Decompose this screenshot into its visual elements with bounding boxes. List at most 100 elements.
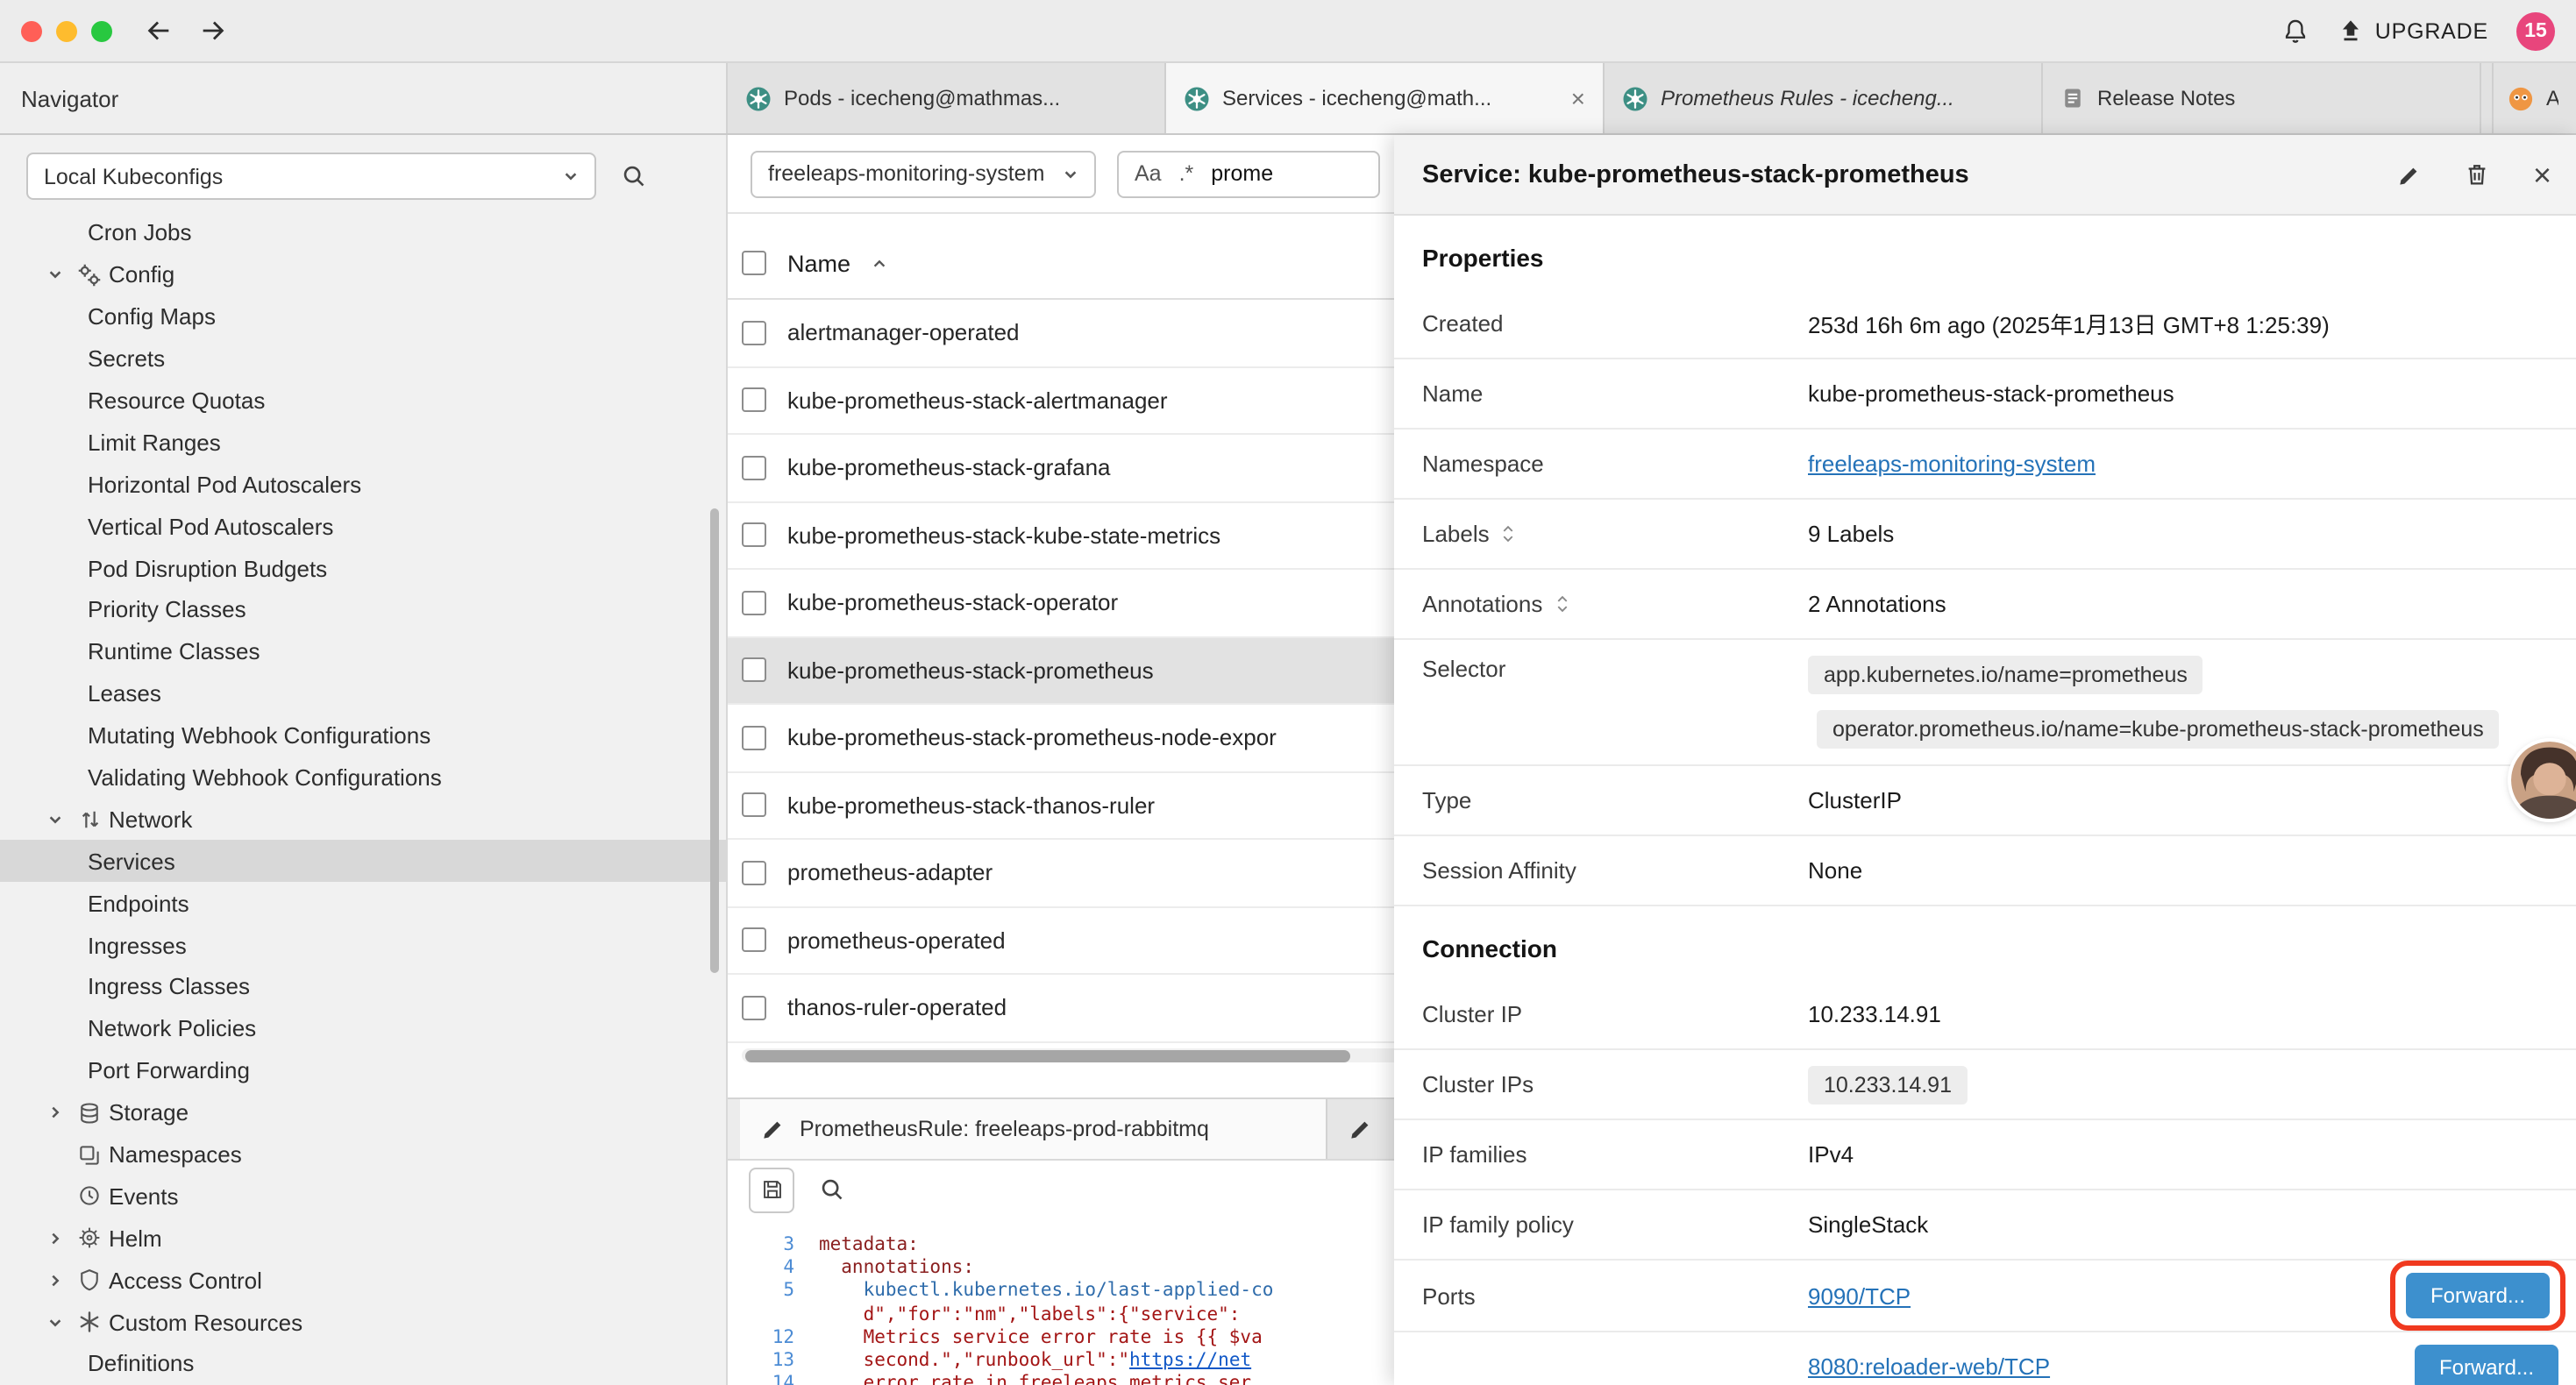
line-number: 12 <box>728 1327 819 1348</box>
column-header-name[interactable]: Name <box>787 250 850 276</box>
row-checkbox[interactable] <box>742 591 766 615</box>
sidebar-item-validating-webhook-configurations[interactable]: Validating Webhook Configurations <box>0 756 726 799</box>
access-control-icon <box>70 1268 109 1292</box>
edit-icon[interactable] <box>2398 162 2423 187</box>
namespace-filter-select[interactable]: freeleaps-monitoring-system <box>751 150 1096 197</box>
cluster-ips-label: Cluster IPs <box>1422 1071 1808 1097</box>
sidebar-item-vertical-pod-autoscalers[interactable]: Vertical Pod Autoscalers <box>0 505 726 547</box>
sidebar-item-config-maps[interactable]: Config Maps <box>0 296 726 338</box>
sidebar-scrollbar-thumb[interactable] <box>710 508 719 973</box>
sidebar-item-horizontal-pod-autoscalers[interactable]: Horizontal Pod Autoscalers <box>0 464 726 506</box>
upgrade-button[interactable]: UPGRADE <box>2338 18 2488 44</box>
select-all-checkbox[interactable] <box>742 251 766 275</box>
row-checkbox[interactable] <box>742 523 766 548</box>
delete-icon[interactable] <box>2465 161 2491 188</box>
tab-label: Pods - icecheng@mathmas... <box>784 86 1147 110</box>
ip-families-value: IPv4 <box>1808 1141 2558 1168</box>
annotations-label: Annotations <box>1422 591 1542 617</box>
notification-badge[interactable]: 15 <box>2516 11 2555 50</box>
sidebar-item-runtime-classes[interactable]: Runtime Classes <box>0 631 726 673</box>
service-name: prometheus-operated <box>787 927 1006 954</box>
sidebar-item-config[interactable]: Config <box>0 254 726 296</box>
tab-prometheus-rules-icecheng[interactable]: Prometheus Rules - icecheng... <box>1605 63 2043 133</box>
editor-search-icon[interactable] <box>819 1176 845 1203</box>
session-affinity-value: None <box>1808 857 2558 884</box>
close-icon[interactable]: × <box>2533 159 2551 190</box>
row-checkbox[interactable] <box>742 321 766 345</box>
sidebar-item-ingresses[interactable]: Ingresses <box>0 924 726 966</box>
forward-button[interactable]: Forward... <box>2415 1344 2558 1385</box>
row-checkbox[interactable] <box>742 996 766 1020</box>
tab-close-icon[interactable]: × <box>1571 84 1585 112</box>
code-segment: kubectl.kubernetes.io/last-applied-co <box>819 1280 1273 1301</box>
search-icon[interactable] <box>621 163 647 189</box>
kubernetes-icon <box>1184 85 1210 111</box>
sidebar-item-port-forwarding[interactable]: Port Forwarding <box>0 1050 726 1092</box>
row-checkbox[interactable] <box>742 658 766 683</box>
detail-row-session-affinity: Session Affinity None <box>1394 836 2576 906</box>
minimize-window-button[interactable] <box>56 20 77 41</box>
tab-pods-icecheng-mathmas[interactable]: Pods - icecheng@mathmas... <box>728 63 1166 133</box>
close-window-button[interactable] <box>21 20 42 41</box>
row-checkbox[interactable] <box>742 456 766 480</box>
sidebar-item-label: Helm <box>109 1225 162 1252</box>
forward-button[interactable]: Forward... <box>2406 1273 2550 1318</box>
editor-tab-active[interactable]: PrometheusRule: freeleaps-prod-rabbitmq <box>740 1099 1327 1159</box>
sidebar-item-network-policies[interactable]: Network Policies <box>0 1008 726 1050</box>
sidebar-item-access-control[interactable]: Access Control <box>0 1260 726 1302</box>
sidebar-item-leases[interactable]: Leases <box>0 673 726 715</box>
sidebar-item-label: Services <box>88 849 175 875</box>
annotations-expand-toggle-icon[interactable] <box>1555 594 1569 614</box>
sidebar-item-events[interactable]: Events <box>0 1175 726 1218</box>
forward-icon[interactable] <box>198 16 228 46</box>
port-link[interactable]: 8080:reloader-web/TCP <box>1808 1353 2050 1380</box>
match-case-toggle[interactable]: Aa <box>1135 161 1162 186</box>
sidebar-item-services[interactable]: Services <box>0 841 726 883</box>
row-checkbox[interactable] <box>742 726 766 750</box>
namespace-link[interactable]: freeleaps-monitoring-system <box>1808 451 2096 477</box>
sidebar-item-cron-jobs[interactable]: Cron Jobs <box>0 212 726 254</box>
sidebar-item-pod-disruption-budgets[interactable]: Pod Disruption Budgets <box>0 547 726 589</box>
row-checkbox[interactable] <box>742 861 766 885</box>
sidebar-item-secrets[interactable]: Secrets <box>0 337 726 380</box>
tab-release-notes[interactable]: Release Notes <box>2043 63 2481 133</box>
tab-argo-se[interactable]: Argo Se <box>2492 63 2576 133</box>
sidebar-item-custom-resources[interactable]: Custom Resources <box>0 1301 726 1343</box>
window-controls <box>21 20 112 41</box>
sidebar-item-mutating-webhook-configurations[interactable]: Mutating Webhook Configurations <box>0 714 726 756</box>
row-checkbox[interactable] <box>742 793 766 818</box>
helm-icon <box>70 1226 109 1251</box>
detail-row-labels: Labels 9 Labels <box>1394 500 2576 570</box>
sidebar-item-definitions[interactable]: Definitions <box>0 1343 726 1385</box>
detail-row-cluster-ip: Cluster IP 10.233.14.91 <box>1394 980 2576 1050</box>
regex-toggle[interactable]: .* <box>1179 161 1194 186</box>
bell-icon[interactable] <box>2282 17 2310 45</box>
session-affinity-label: Session Affinity <box>1422 857 1808 884</box>
pencil-icon <box>1348 1117 1373 1141</box>
back-icon[interactable] <box>144 16 174 46</box>
row-checkbox[interactable] <box>742 388 766 413</box>
sidebar-item-endpoints[interactable]: Endpoints <box>0 883 726 925</box>
search-input[interactable]: Aa .* prome <box>1117 150 1380 197</box>
sidebar-item-priority-classes[interactable]: Priority Classes <box>0 589 726 631</box>
tab-services-icecheng-math[interactable]: Services - icecheng@math...× <box>1166 63 1605 133</box>
sidebar-item-ingress-classes[interactable]: Ingress Classes <box>0 966 726 1008</box>
code-segment: metadata: <box>819 1233 919 1254</box>
service-name: prometheus-adapter <box>787 860 993 886</box>
sidebar-item-namespaces[interactable]: Namespaces <box>0 1133 726 1175</box>
sidebar-item-resource-quotas[interactable]: Resource Quotas <box>0 380 726 422</box>
kubeconfig-selector[interactable]: Local Kubeconfigs <box>26 153 596 200</box>
port-link[interactable]: 9090/TCP <box>1808 1282 1911 1309</box>
labels-expand-toggle-icon[interactable] <box>1502 524 1516 543</box>
sidebar-item-limit-ranges[interactable]: Limit Ranges <box>0 422 726 464</box>
sort-ascending-icon[interactable] <box>872 255 887 271</box>
row-checkbox[interactable] <box>742 928 766 953</box>
sidebar-item-storage[interactable]: Storage <box>0 1091 726 1133</box>
zoom-window-button[interactable] <box>91 20 112 41</box>
sidebar-item-label: Cron Jobs <box>88 220 192 246</box>
save-button[interactable] <box>749 1167 794 1212</box>
horizontal-scrollbar-thumb[interactable] <box>745 1049 1350 1062</box>
sidebar-item-helm[interactable]: Helm <box>0 1218 726 1260</box>
sidebar-item-network[interactable]: Network <box>0 799 726 841</box>
line-number: 13 <box>728 1350 819 1371</box>
